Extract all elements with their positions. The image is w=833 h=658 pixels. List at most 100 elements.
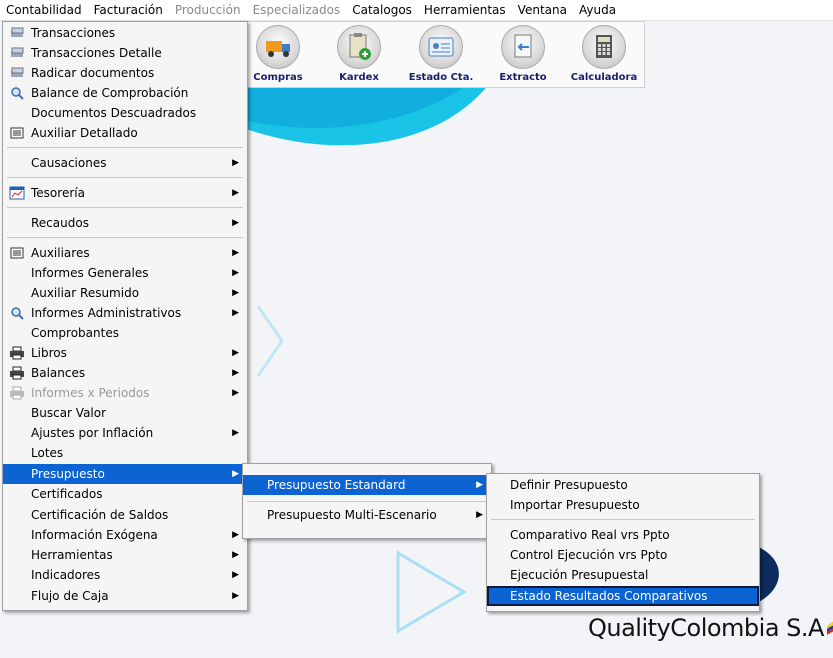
submenu-arrow-icon: ▶	[232, 550, 239, 560]
toolbar-extracto-button[interactable]: Extracto	[486, 25, 560, 85]
menu-produccion[interactable]: Producción	[169, 0, 247, 20]
menu-item-ejecucion-presupuestal[interactable]: Ejecución Presupuestal	[487, 565, 759, 585]
magnifier-icon	[11, 87, 24, 100]
menu-separator	[7, 207, 243, 208]
menu-item-importar-presupuesto[interactable]: Importar Presupuesto	[487, 495, 759, 515]
menu-facturacion[interactable]: Facturación	[88, 0, 169, 20]
submenu-arrow-icon: ▶	[232, 158, 239, 168]
menu-ventana[interactable]: Ventana	[512, 0, 573, 20]
menu-item-informacion-exogena[interactable]: Información Exógena ▶	[3, 525, 247, 545]
printer-icon	[10, 366, 24, 380]
chevron-outline-shape	[256, 305, 284, 377]
submenu-arrow-icon: ▶	[232, 428, 239, 438]
id-card-icon	[419, 25, 463, 69]
printer-icon	[10, 346, 24, 360]
window-chart-icon	[9, 186, 25, 200]
menu-item-indicadores[interactable]: Indicadores ▶	[3, 565, 247, 585]
menu-contabilidad[interactable]: Contabilidad	[0, 0, 88, 20]
flag-icon	[826, 621, 833, 635]
menu-item-comparativo-real-vrs-ppto[interactable]: Comparativo Real vrs Ppto	[487, 525, 759, 545]
menu-item-certificados[interactable]: Certificados	[3, 484, 247, 504]
menu-item-tesoreria[interactable]: Tesorería ▶	[3, 183, 247, 203]
menu-item-transacciones-detalle[interactable]: Transacciones Detalle	[3, 43, 247, 63]
submenu-arrow-icon: ▶	[232, 368, 239, 378]
menu-item-radicar-documentos[interactable]: Radicar documentos	[3, 63, 247, 83]
menu-item-transacciones[interactable]: Transacciones	[3, 23, 247, 43]
menu-item-comprobantes[interactable]: Comprobantes	[3, 323, 247, 343]
menu-item-informes-generales[interactable]: Informes Generales ▶	[3, 263, 247, 283]
company-logo: QualityColombia S.A	[588, 614, 833, 642]
menu-item-presupuesto[interactable]: Presupuesto ▶	[3, 464, 247, 484]
menu-item-estado-resultados-comparativos[interactable]: Estado Resultados Comparativos	[487, 586, 759, 606]
contabilidad-dropdown: Transacciones Transacciones Detalle Radi…	[2, 21, 248, 611]
toolbar-kardex-button[interactable]: Kardex	[322, 25, 396, 85]
toolbar-extracto-label: Extracto	[499, 72, 547, 83]
menu-item-lotes[interactable]: Lotes	[3, 443, 247, 463]
toolbar-compras-label: Compras	[253, 72, 303, 83]
menu-item-presupuesto-multi-escenario[interactable]: Presupuesto Multi-Escenario ▶	[243, 505, 491, 525]
toolbar-calculadora-label: Calculadora	[570, 72, 638, 83]
submenu-arrow-icon: ▶	[232, 591, 239, 601]
toolbar-calculadora-button[interactable]: Calculadora	[567, 25, 641, 85]
submenu-arrow-icon: ▶	[476, 510, 483, 520]
menu-item-causaciones[interactable]: Causaciones ▶	[3, 153, 247, 173]
menu-item-herramientas[interactable]: Herramientas ▶	[3, 545, 247, 565]
menu-item-flujo-de-caja[interactable]: Flujo de Caja ▶	[3, 586, 247, 606]
printer-icon	[10, 386, 24, 400]
menu-item-buscar-valor[interactable]: Buscar Valor	[3, 403, 247, 423]
menu-item-auxiliar-detallado[interactable]: Auxiliar Detallado	[3, 123, 247, 143]
menu-separator	[7, 147, 243, 148]
menu-separator	[491, 519, 755, 520]
menu-item-recaudos[interactable]: Recaudos ▶	[3, 213, 247, 233]
menu-item-balance-comprobacion[interactable]: Balance de Comprobación	[3, 83, 247, 103]
submenu-arrow-icon: ▶	[232, 188, 239, 198]
submenu-arrow-icon: ▶	[232, 248, 239, 258]
stack-icon	[11, 67, 24, 77]
truck-icon	[256, 25, 300, 69]
submenu-arrow-icon: ▶	[232, 570, 239, 580]
presupuesto-estandard-submenu: Definir Presupuesto Importar Presupuesto…	[486, 473, 760, 612]
stack-icon	[11, 27, 24, 37]
play-outline-shape	[396, 550, 467, 634]
submenu-arrow-icon: ▶	[232, 469, 239, 479]
menu-item-presupuesto-estandard[interactable]: Presupuesto Estandard ▶	[243, 475, 491, 495]
submenu-arrow-icon: ▶	[232, 288, 239, 298]
menu-item-auxiliar-resumido[interactable]: Auxiliar Resumido ▶	[3, 283, 247, 303]
submenu-arrow-icon: ▶	[232, 348, 239, 358]
ledger-icon	[10, 247, 24, 259]
submenu-arrow-icon: ▶	[476, 480, 483, 490]
ledger-icon	[10, 127, 24, 139]
submenu-arrow-icon: ▶	[232, 218, 239, 228]
menu-separator	[247, 501, 487, 502]
menu-item-informes-administrativos[interactable]: Informes Administrativos ▶	[3, 303, 247, 323]
menu-item-definir-presupuesto[interactable]: Definir Presupuesto	[487, 475, 759, 495]
document-arrow-icon	[501, 25, 545, 69]
menu-item-informes-x-periodos[interactable]: Informes x Periodos ▶	[3, 383, 247, 403]
submenu-arrow-icon: ▶	[232, 268, 239, 278]
menu-separator	[7, 177, 243, 178]
menu-separator	[7, 237, 243, 238]
toolbar-estado-cta-label: Estado Cta.	[408, 72, 474, 83]
menu-item-libros[interactable]: Libros ▶	[3, 343, 247, 363]
stack-icon	[11, 47, 24, 57]
menu-ayuda[interactable]: Ayuda	[573, 0, 622, 20]
menu-bar: Contabilidad Facturación Producción Espe…	[0, 0, 833, 21]
menu-item-balances[interactable]: Balances ▶	[3, 363, 247, 383]
menu-item-control-ejecucion-vrs-ppto[interactable]: Control Ejecución vrs Ppto	[487, 545, 759, 565]
toolbar-estado-cta-button[interactable]: Estado Cta.	[404, 25, 478, 85]
calculator-icon	[582, 25, 626, 69]
magnifier-icon	[11, 307, 24, 320]
submenu-arrow-icon: ▶	[232, 388, 239, 398]
menu-item-documentos-descuadrados[interactable]: Documentos Descuadrados	[3, 103, 247, 123]
menu-item-certificacion-de-saldos[interactable]: Certificación de Saldos	[3, 505, 247, 525]
toolbar-kardex-label: Kardex	[339, 72, 379, 83]
submenu-arrow-icon: ▶	[232, 308, 239, 318]
menu-especializados[interactable]: Especializados	[247, 0, 347, 20]
menu-herramientas[interactable]: Herramientas	[418, 0, 512, 20]
presupuesto-submenu: Presupuesto Estandard ▶ Presupuesto Multi…	[242, 463, 492, 539]
clipboard-add-icon	[337, 25, 381, 69]
menu-catalogos[interactable]: Catalogos	[346, 0, 418, 20]
toolbar-compras-button[interactable]: Compras	[241, 25, 315, 85]
menu-item-auxiliares[interactable]: Auxiliares ▶	[3, 243, 247, 263]
menu-item-ajustes-por-inflacion[interactable]: Ajustes por Inflación ▶	[3, 423, 247, 443]
